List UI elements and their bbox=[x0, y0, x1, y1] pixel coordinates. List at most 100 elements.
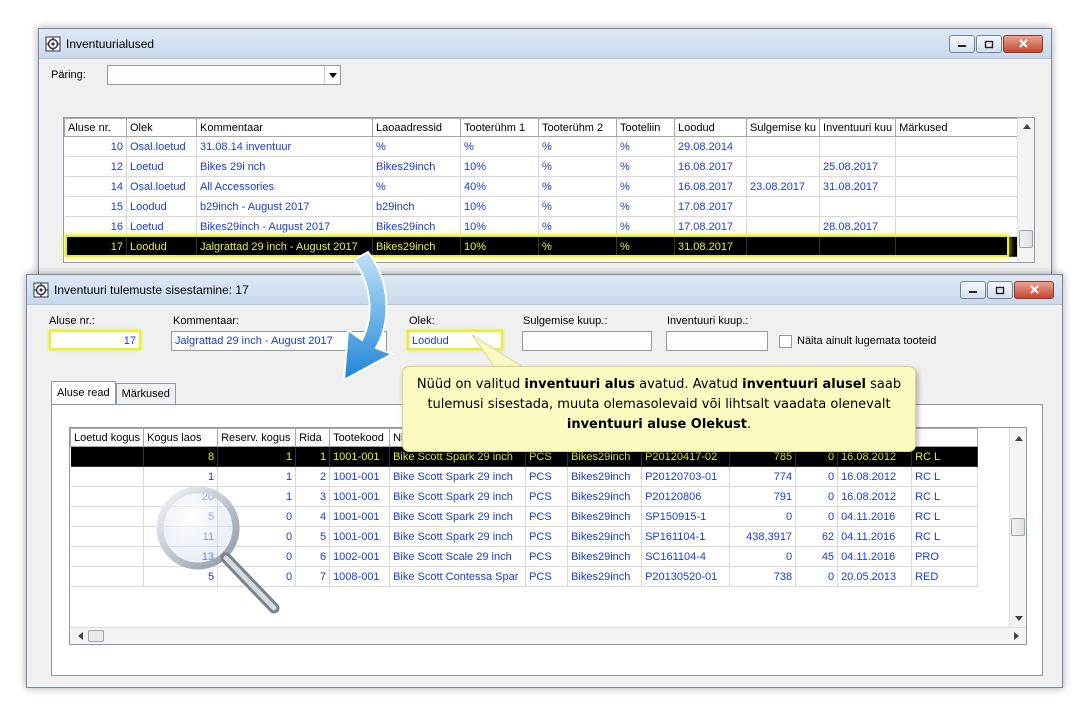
table-cell[interactable] bbox=[70, 506, 145, 527]
table-cell[interactable]: RC L bbox=[911, 506, 979, 527]
table-cell[interactable]: Bike Scott Contessa Spar bbox=[389, 566, 527, 587]
table-cell[interactable]: Bikes29inch bbox=[372, 216, 461, 237]
column-header[interactable]: Sulgemise ku bbox=[745, 118, 821, 137]
table-cell[interactable]: 17.08.2017 bbox=[674, 216, 747, 237]
table-cell[interactable]: % bbox=[616, 136, 675, 157]
table-cell[interactable]: PCS bbox=[525, 566, 569, 587]
table-cell[interactable]: Bikes29inch bbox=[372, 156, 461, 177]
table-cell[interactable] bbox=[746, 196, 821, 217]
table-cell[interactable]: 25.08.2017 bbox=[819, 156, 897, 177]
table-cell[interactable]: % bbox=[616, 156, 675, 177]
table-cell[interactable]: SP150915-1 bbox=[641, 506, 731, 527]
table-cell[interactable]: 5 bbox=[295, 526, 331, 547]
table-cell[interactable]: 791 bbox=[729, 486, 797, 507]
column-header[interactable]: Tooterühm 2 bbox=[538, 118, 617, 137]
table-cell[interactable]: 10 bbox=[64, 136, 127, 157]
scroll-up-icon[interactable] bbox=[1010, 430, 1026, 446]
table-cell[interactable]: 774 bbox=[729, 466, 797, 487]
table-cell[interactable]: PRO bbox=[911, 546, 979, 567]
table-cell[interactable]: % bbox=[538, 216, 617, 237]
table-cell[interactable]: P20130520-01 bbox=[641, 566, 731, 587]
table-cell[interactable] bbox=[746, 216, 821, 237]
table-cell[interactable]: % bbox=[538, 136, 617, 157]
rows-grid-hscroll-thumb[interactable] bbox=[88, 630, 104, 642]
table-cell[interactable]: RC L bbox=[911, 466, 979, 487]
table-cell[interactable]: 6 bbox=[295, 546, 331, 567]
table-cell[interactable] bbox=[70, 466, 145, 487]
table-cell[interactable]: % bbox=[538, 176, 617, 197]
table-row[interactable]: 15 Loodud b29inch - August 2017 b29inch 10%%… bbox=[64, 196, 1021, 217]
table-cell[interactable]: Loetud bbox=[126, 216, 197, 237]
table-cell[interactable]: % bbox=[616, 176, 675, 197]
column-header[interactable]: Loodud bbox=[674, 118, 747, 137]
column-header[interactable]: Olek bbox=[126, 118, 197, 137]
table-cell[interactable]: Bike Scott Spark 29 inch bbox=[389, 486, 527, 507]
table-cell[interactable] bbox=[746, 156, 821, 177]
table-cell[interactable] bbox=[70, 446, 145, 467]
tab-aluse-read[interactable]: Aluse read bbox=[51, 381, 116, 405]
table-cell[interactable]: 16.08.2017 bbox=[674, 156, 747, 177]
table-cell[interactable] bbox=[819, 196, 897, 217]
table-cell[interactable]: RC L bbox=[911, 526, 979, 547]
table-cell[interactable]: Bikes29inch bbox=[567, 526, 643, 547]
table-cell[interactable]: PCS bbox=[525, 486, 569, 507]
tab-markused[interactable]: Märkused bbox=[115, 383, 176, 405]
table-cell[interactable]: 31.08.2017 bbox=[674, 236, 747, 257]
table-cell[interactable]: 0 bbox=[729, 506, 797, 527]
table-cell[interactable]: % bbox=[538, 196, 617, 217]
table-cell[interactable]: Osal.loetud bbox=[126, 136, 197, 157]
rows-grid-vscroll-thumb[interactable] bbox=[1011, 518, 1025, 536]
scroll-down-icon[interactable] bbox=[1010, 610, 1026, 626]
table-cell[interactable]: PCS bbox=[525, 466, 569, 487]
table-cell[interactable]: P20120806 bbox=[641, 486, 731, 507]
table-cell[interactable]: 28.08.2017 bbox=[819, 216, 897, 237]
scroll-right-icon[interactable] bbox=[1008, 628, 1024, 644]
table-cell[interactable]: 15 bbox=[64, 196, 127, 217]
table-cell[interactable]: 0 bbox=[795, 466, 839, 487]
table-cell[interactable]: 04.11.2016 bbox=[837, 506, 913, 527]
table-cell[interactable]: % bbox=[372, 136, 461, 157]
table-cell[interactable]: 1 bbox=[295, 446, 331, 467]
table-cell[interactable]: Loodud bbox=[126, 196, 197, 217]
table-cell[interactable]: b29inch bbox=[372, 196, 461, 217]
table-cell[interactable]: 20.05.2013 bbox=[837, 566, 913, 587]
table-cell[interactable]: 31.08.14 inventuur bbox=[196, 136, 373, 157]
column-header[interactable]: Reserv. kogus bbox=[217, 428, 297, 447]
table-cell[interactable]: 4 bbox=[295, 506, 331, 527]
table-cell[interactable] bbox=[895, 176, 1021, 197]
table-cell[interactable]: Bike Scott Scale 29 inch bbox=[389, 546, 527, 567]
table-cell[interactable] bbox=[819, 236, 897, 257]
table-cell[interactable]: P20120703-01 bbox=[641, 466, 731, 487]
table-cell[interactable]: Bike Scott Spark 29 inch bbox=[389, 466, 527, 487]
table-cell[interactable] bbox=[819, 136, 897, 157]
table-cell[interactable]: 1001-001 bbox=[329, 526, 391, 547]
table-cell[interactable]: 04.11.2016 bbox=[837, 546, 913, 567]
table-cell[interactable]: 1001-001 bbox=[329, 486, 391, 507]
table-cell[interactable]: PCS bbox=[525, 546, 569, 567]
table-cell[interactable]: PCS bbox=[525, 526, 569, 547]
column-header[interactable]: Loetud kogus bbox=[70, 428, 145, 447]
table-cell[interactable]: Bikes 29i nch bbox=[196, 156, 373, 177]
table-cell[interactable] bbox=[70, 526, 145, 547]
table-cell[interactable] bbox=[895, 196, 1021, 217]
table-cell[interactable]: 0 bbox=[795, 486, 839, 507]
table-cell[interactable]: 1001-001 bbox=[329, 446, 391, 467]
table-cell[interactable]: % bbox=[616, 236, 675, 257]
maximize-button[interactable] bbox=[987, 281, 1013, 299]
table-cell[interactable]: 23.08.2017 bbox=[746, 176, 821, 197]
table-cell[interactable]: % bbox=[538, 236, 617, 257]
table-cell[interactable]: % bbox=[538, 156, 617, 177]
scroll-left-icon[interactable] bbox=[72, 628, 88, 644]
table-cell[interactable]: % bbox=[372, 176, 461, 197]
table-cell[interactable]: 10% bbox=[460, 236, 539, 257]
scroll-up-icon[interactable] bbox=[1018, 118, 1034, 134]
unread-only-checkbox[interactable] bbox=[779, 335, 792, 348]
maximize-button[interactable] bbox=[976, 35, 1002, 53]
table-cell[interactable] bbox=[895, 156, 1021, 177]
column-header[interactable]: Kogus laos bbox=[143, 428, 219, 447]
column-header[interactable]: Rida bbox=[295, 428, 331, 447]
table-cell[interactable]: 10% bbox=[460, 196, 539, 217]
table-cell[interactable]: % bbox=[616, 196, 675, 217]
table-cell[interactable]: 16.08.2017 bbox=[674, 176, 747, 197]
table-cell[interactable]: 2 bbox=[295, 466, 331, 487]
